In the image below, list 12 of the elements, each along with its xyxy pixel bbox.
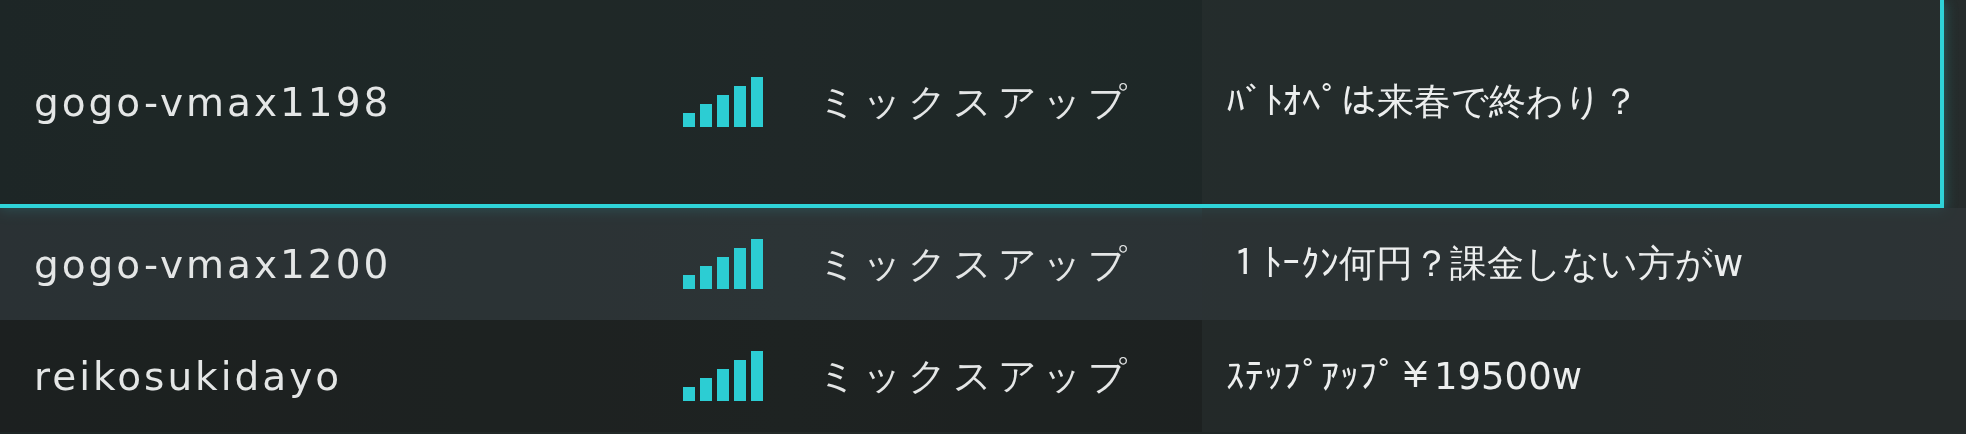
room-comment: １ﾄｰｸﾝ何円？課金しない方がw xyxy=(1226,241,1744,287)
room-name: reikosukidayo xyxy=(33,353,344,399)
room-name: gogo-vmax1198 xyxy=(33,79,393,125)
room-row[interactable]: gogo-vmax1198 ミックスアップ ﾊﾞﾄｵﾍﾟは来春で終わり？ xyxy=(0,0,1944,208)
room-row[interactable]: gogo-vmax1200 ミックスアップ １ﾄｰｸﾝ何円？課金しない方がw xyxy=(0,208,1966,320)
game-mode: ミックスアップ xyxy=(817,352,1134,400)
game-mode: ミックスアップ xyxy=(817,78,1134,126)
room-name: gogo-vmax1200 xyxy=(33,241,393,287)
room-comment: ﾊﾞﾄｵﾍﾟは来春で終わり？ xyxy=(1226,79,1639,125)
room-comment: ｽﾃｯﾌﾟｱｯﾌﾟ￥19500w xyxy=(1226,354,1582,398)
room-row[interactable]: reikosukidayo ミックスアップ ｽﾃｯﾌﾟｱｯﾌﾟ￥19500w xyxy=(0,320,1966,432)
game-mode: ミックスアップ xyxy=(817,240,1134,288)
